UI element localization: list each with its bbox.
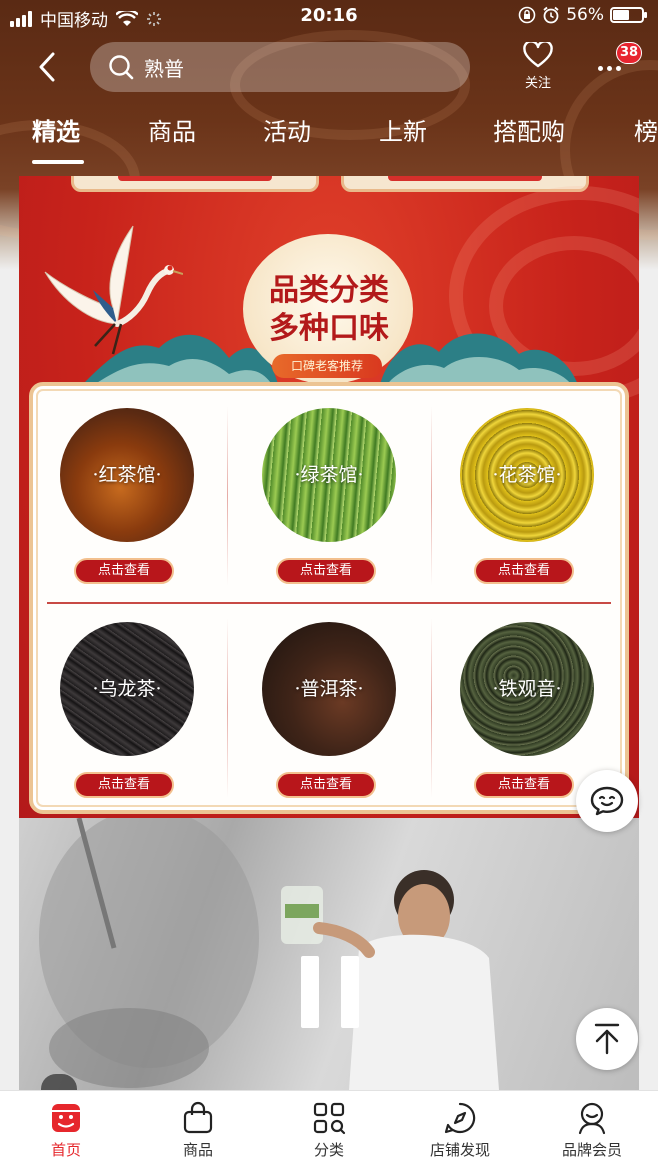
tab-ranking[interactable]: 榜 [634,112,658,147]
tab-products[interactable]: 商品 [148,112,196,147]
more-menu-button[interactable]: 38 [594,42,644,86]
category-puer-tea[interactable]: ·普洱茶· 点击查看 [259,622,399,802]
tabbar-discover[interactable]: 店铺发现 [410,1101,510,1160]
view-button[interactable]: 点击查看 [474,558,574,584]
back-button[interactable] [30,48,64,86]
view-button[interactable]: 点击查看 [74,772,174,798]
video-frame [39,818,499,1090]
member-icon [578,1102,606,1135]
tabbar-categories[interactable]: 分类 [279,1101,379,1160]
category-oolong-tea[interactable]: ·乌龙茶· 点击查看 [57,622,197,802]
banner-title-line1: 品类分类 [269,273,389,308]
follow-button[interactable]: 关注 [512,40,564,94]
tabbar-label: 品牌会员 [561,1141,622,1159]
chevron-left-icon [39,52,55,82]
divider [227,406,228,586]
tabbar-label: 商品 [182,1141,213,1159]
green-tea-image: ·绿茶馆· [262,408,396,542]
tabbar-products[interactable]: 商品 [148,1101,248,1160]
customer-service-button[interactable] [576,770,638,832]
back-to-top-button[interactable] [576,1008,638,1070]
category-name: ·花茶馆· [492,464,562,486]
category-tieguanyin-tea[interactable]: ·铁观音· 点击查看 [457,622,597,802]
search-query: 熟普 [144,56,184,81]
banner-title: 品类分类 多种口味 [19,272,639,348]
tab-new[interactable]: 上新 [379,112,427,147]
category-name: ·绿茶馆· [294,464,364,486]
tabbar-label: 分类 [313,1141,344,1159]
category-name: ·铁观音· [492,678,562,700]
tab-featured[interactable]: 精选 [32,112,80,147]
tabbar-home[interactable]: 首页 [16,1101,116,1160]
battery-percent: 56% [566,5,604,25]
more-dots-icon [598,66,621,71]
divider [431,406,432,586]
compass-icon [444,1102,476,1134]
orientation-lock-icon [518,6,536,24]
banner-subtitle: 口碑老客推荐 [272,354,382,378]
nav-row: 熟普 关注 38 [0,40,658,94]
view-button[interactable]: 点击查看 [276,558,376,584]
grid-icon [313,1102,346,1135]
view-button[interactable]: 点击查看 [276,772,376,798]
status-bar: 中国移动 20:16 56% [0,0,658,34]
tab-activities[interactable]: 活动 [263,112,311,147]
category-green-tea[interactable]: ·绿茶馆· 点击查看 [259,408,399,588]
arrow-up-icon [594,1023,620,1055]
category-name: ·红茶馆· [92,464,162,486]
oolong-tea-image: ·乌龙茶· [60,622,194,756]
tabbar-membership[interactable]: 品牌会员 [542,1101,642,1160]
category-black-tea[interactable]: ·红茶馆· 点击查看 [57,408,197,588]
chat-icon [590,786,624,816]
tieguanyin-tea-image: ·铁观音· [460,622,594,756]
category-panel: ·红茶馆· 点击查看 ·绿茶馆· 点击查看 ·花茶馆· 点击查看 ·乌龙茶· 点… [29,382,629,814]
brand-video[interactable] [19,818,639,1090]
tabbar-label: 首页 [50,1141,81,1159]
puer-tea-image: ·普洱茶· [262,622,396,756]
pause-button[interactable] [301,956,361,1028]
store-tabs: 精选 商品 活动 上新 搭配购 榜 [0,112,658,168]
divider [431,618,432,798]
tab-underline [32,160,84,164]
category-name: ·乌龙茶· [92,678,162,700]
coupon-card[interactable] [71,176,319,192]
message-count-badge: 38 [616,42,642,64]
divider [47,602,611,604]
category-flower-tea[interactable]: ·花茶馆· 点击查看 [457,408,597,588]
category-banner: 品类分类 多种口味 口碑老客推荐 ·红茶馆· 点击查看 ·绿茶馆· 点击查看 ·… [19,176,639,818]
tab-bundles[interactable]: 搭配购 [493,112,565,147]
battery-icon [610,7,647,23]
heart-icon [523,40,553,68]
flower-tea-image: ·花茶馆· [460,408,594,542]
tabbar-label: 店铺发现 [429,1141,490,1159]
banner-title-line2: 多种口味 [269,311,389,346]
view-button[interactable]: 点击查看 [474,772,574,798]
bag-icon [183,1101,213,1134]
divider [227,618,228,798]
alarm-icon [543,6,559,24]
black-tea-image: ·红茶馆· [60,408,194,542]
category-name: ·普洱茶· [294,678,364,700]
store-icon [52,1104,80,1132]
bottom-tab-bar: 首页 商品 分类 店铺发现 品牌会员 [0,1090,658,1170]
search-input[interactable]: 熟普 [90,42,470,92]
follow-label: 关注 [524,76,551,91]
view-button[interactable]: 点击查看 [74,558,174,584]
search-icon [109,55,134,80]
